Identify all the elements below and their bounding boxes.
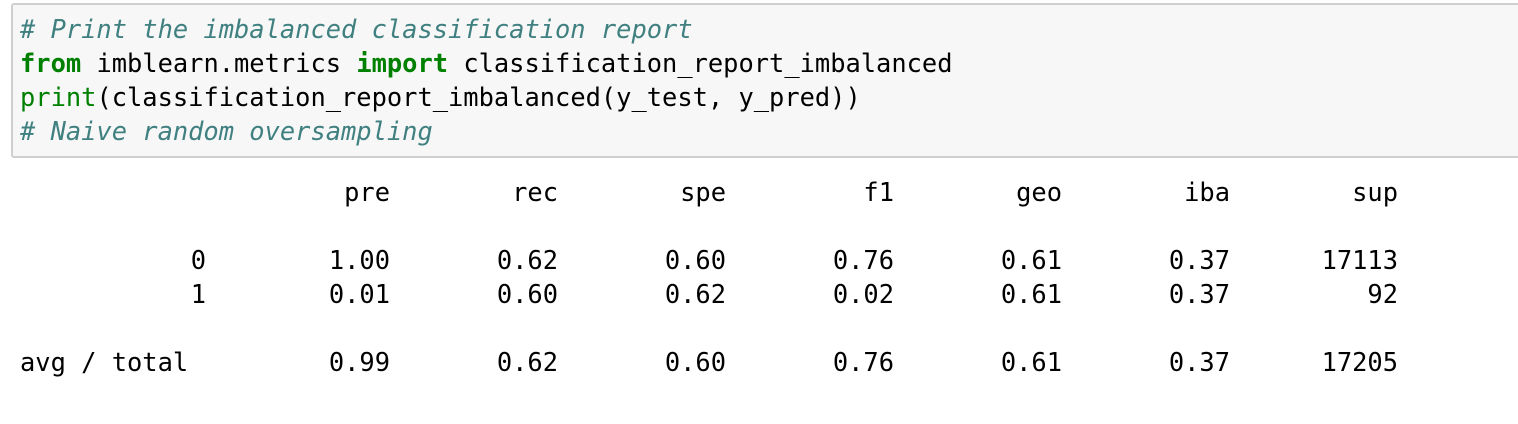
code-comment: # Naive random oversampling [20,116,433,146]
code-line-1: # Print the imbalanced classification re… [20,12,952,46]
row-label: 0 [190,245,206,275]
code-comment: # Print the imbalanced classification re… [20,14,693,44]
cell-pre: 0.99 [328,347,390,377]
keyword-from: from [20,48,82,78]
row-label-total: avg / total [20,347,189,377]
cell-f1: 0.76 [832,347,894,377]
code-call: (classification_report_imbalanced(y_test… [96,82,861,112]
header-iba: iba [1184,177,1230,207]
code-module: imblearn.metrics [81,48,357,78]
cell-f1: 0.76 [832,245,894,275]
cell-f1: 0.02 [832,279,894,309]
header-f1: f1 [863,177,894,207]
cell-iba: 0.37 [1168,245,1230,275]
cell-spe: 0.60 [664,347,726,377]
report-header-row: pre rec spe f1 geo iba sup [20,175,1420,209]
keyword-import: import [356,48,449,78]
cell-iba: 0.37 [1168,347,1230,377]
cell-geo: 0.61 [1000,347,1062,377]
row-label: 1 [190,279,206,309]
cell-geo: 0.61 [1000,245,1062,275]
builtin-print: print [20,82,97,112]
cell-rec: 0.62 [496,347,558,377]
header-geo: geo [1016,177,1062,207]
cell-sup: 92 [1367,279,1398,309]
header-rec: rec [512,177,558,207]
code-line-4: # Naive random oversampling [20,114,952,148]
cell-rec: 0.60 [496,279,558,309]
cell-geo: 0.61 [1000,279,1062,309]
report-row-total: avg / total 0.99 0.62 0.60 0.76 0.61 0.3… [20,345,1420,379]
cell-spe: 0.62 [664,279,726,309]
code-line-2: from imblearn.metrics import classificat… [20,46,952,80]
cell-pre: 1.00 [328,245,390,275]
cell-pre: 0.01 [328,279,390,309]
cell-spe: 0.60 [664,245,726,275]
cell-output: pre rec spe f1 geo iba sup 0 1.00 0.62 0… [20,175,1420,379]
report-row-class-0: 0 1.00 0.62 0.60 0.76 0.61 0.37 17113 [20,243,1420,277]
header-spe: spe [680,177,726,207]
code-editor[interactable]: # Print the imbalanced classification re… [20,12,952,148]
cell-iba: 0.37 [1168,279,1230,309]
header-sup: sup [1352,177,1398,207]
code-line-3: print(classification_report_imbalanced(y… [20,80,952,114]
cell-rec: 0.62 [496,245,558,275]
cell-sup: 17113 [1321,245,1398,275]
cell-sup: 17205 [1321,347,1398,377]
header-pre: pre [344,177,390,207]
report-row-class-1: 1 0.01 0.60 0.62 0.02 0.61 0.37 92 [20,277,1420,311]
code-import-name: classification_report_imbalanced [448,48,953,78]
